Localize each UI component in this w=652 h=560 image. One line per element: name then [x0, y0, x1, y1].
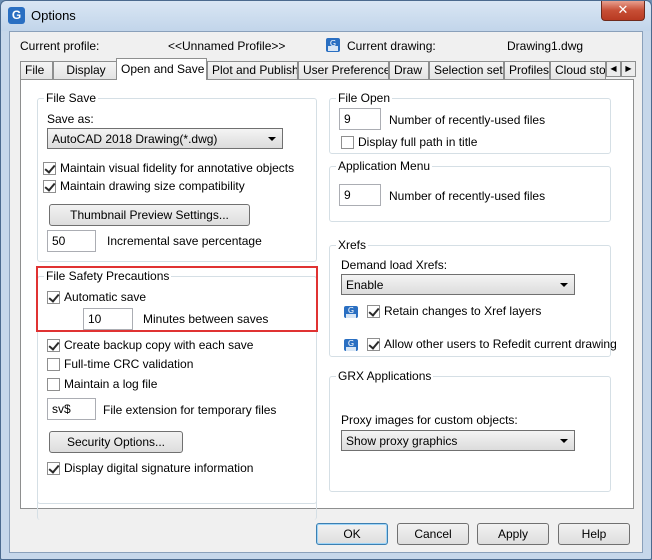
svg-text:G: G [348, 306, 354, 315]
thumbnail-preview-button[interactable]: Thumbnail Preview Settings... [49, 204, 250, 226]
visual-fidelity-label: Maintain visual fidelity for annotative … [60, 161, 295, 175]
chevron-down-icon [560, 439, 568, 443]
tab-selection-set[interactable]: Selection set [429, 61, 504, 79]
tab-cloud-storage[interactable]: Cloud stora [550, 61, 606, 79]
tab-display[interactable]: Display [53, 61, 119, 79]
tab-plot-and-publish[interactable]: Plot and Publish [207, 61, 298, 79]
automatic-save-label: Automatic save [64, 290, 147, 304]
automatic-save-checkbox[interactable] [47, 291, 60, 304]
current-profile-label: Current profile: [20, 39, 100, 53]
full-path-label: Display full path in title [358, 135, 478, 149]
current-profile-value: <<Unnamed Profile>> [168, 39, 286, 53]
temp-extension-label: File extension for temporary files [103, 403, 277, 417]
save-as-value: AutoCAD 2018 Drawing(*.dwg) [52, 132, 218, 146]
retain-xref-label: Retain changes to Xref layers [384, 304, 542, 318]
ok-button[interactable]: OK [316, 523, 388, 545]
log-file-checkbox[interactable] [47, 378, 60, 391]
app-menu-title: Application Menu [336, 159, 433, 173]
drawing-file-icon: G [326, 38, 340, 52]
app-menu-recent-input[interactable]: 9 [339, 184, 381, 206]
chevron-down-icon [268, 137, 276, 141]
current-drawing-value: Drawing1.dwg [507, 39, 584, 53]
svg-text:G: G [330, 39, 336, 48]
chevron-down-icon [560, 283, 568, 287]
tab-open-and-save[interactable]: Open and Save [116, 58, 207, 80]
crc-validation-checkbox[interactable] [47, 358, 60, 371]
incremental-save-input[interactable]: 50 [47, 230, 96, 252]
refedit-icon: G [344, 339, 358, 351]
visual-fidelity-checkbox[interactable] [43, 162, 56, 175]
save-as-select[interactable]: AutoCAD 2018 Drawing(*.dwg) [47, 128, 283, 149]
options-window: G Options ✕ Current profile: <<Unnamed P… [0, 0, 652, 560]
allow-refedit-checkbox[interactable] [367, 338, 380, 351]
xrefs-title: Xrefs [336, 238, 369, 252]
app-menu-recent-label: Number of recently-used files [389, 189, 546, 203]
digital-signature-checkbox[interactable] [47, 462, 60, 475]
dialog-client: Current profile: <<Unnamed Profile>> G C… [9, 31, 643, 553]
apply-button[interactable]: Apply [477, 523, 549, 545]
window-title: Options [31, 8, 76, 23]
minutes-between-saves-input[interactable]: 10 [83, 308, 133, 330]
tab-profiles[interactable]: Profiles [504, 61, 550, 79]
tab-draw[interactable]: Draw [389, 61, 429, 79]
cancel-button[interactable]: Cancel [397, 523, 469, 545]
allow-refedit-label: Allow other users to Refedit current dra… [384, 337, 617, 351]
incremental-save-label: Incremental save percentage [107, 234, 262, 248]
demand-load-value: Enable [346, 278, 384, 292]
file-open-recent-label: Number of recently-used files [389, 113, 546, 127]
tab-user-preferences[interactable]: User Preferences [298, 61, 389, 79]
close-button[interactable]: ✕ [601, 1, 645, 21]
size-compat-checkbox[interactable] [43, 180, 56, 193]
proxy-images-value: Show proxy graphics [346, 434, 458, 448]
demand-load-select[interactable]: Enable [341, 274, 575, 295]
app-logo-icon: G [8, 7, 25, 24]
open-and-save-panel: File Save Save as: AutoCAD 2018 Drawing(… [20, 79, 634, 520]
xref-layer-icon: G [344, 306, 358, 318]
help-button[interactable]: Help [558, 523, 630, 545]
current-drawing-label: Current drawing: [347, 39, 436, 53]
file-open-title: File Open [336, 91, 393, 105]
temp-extension-input[interactable]: sv$ [47, 398, 96, 420]
grx-title: GRX Applications [336, 369, 434, 383]
digital-signature-label: Display digital signature information [64, 461, 254, 475]
save-as-label: Save as: [47, 112, 94, 126]
backup-copy-checkbox[interactable] [47, 339, 60, 352]
security-options-button[interactable]: Security Options... [49, 431, 183, 453]
tab-file[interactable]: File [20, 61, 53, 79]
tab-strip: File Display Open and Save Plot and Publ… [20, 58, 636, 80]
tab-scroll-left-icon[interactable]: ◀ [606, 61, 621, 77]
proxy-images-label: Proxy images for custom objects: [341, 413, 518, 427]
crc-validation-label: Full-time CRC validation [64, 357, 194, 371]
file-open-recent-input[interactable]: 9 [339, 108, 381, 130]
full-path-checkbox[interactable] [341, 136, 354, 149]
retain-xref-checkbox[interactable] [367, 305, 380, 318]
file-save-title: File Save [44, 91, 99, 105]
log-file-label: Maintain a log file [64, 377, 158, 391]
proxy-images-select[interactable]: Show proxy graphics [341, 430, 575, 451]
backup-copy-label: Create backup copy with each save [64, 338, 254, 352]
title-bar[interactable]: G Options ✕ [1, 1, 651, 31]
size-compat-label: Maintain drawing size compatibility [60, 179, 245, 193]
minutes-between-saves-label: Minutes between saves [143, 312, 269, 326]
demand-load-label: Demand load Xrefs: [341, 258, 448, 272]
tab-scroll-right-icon[interactable]: ▶ [621, 61, 636, 77]
svg-text:G: G [348, 339, 354, 348]
